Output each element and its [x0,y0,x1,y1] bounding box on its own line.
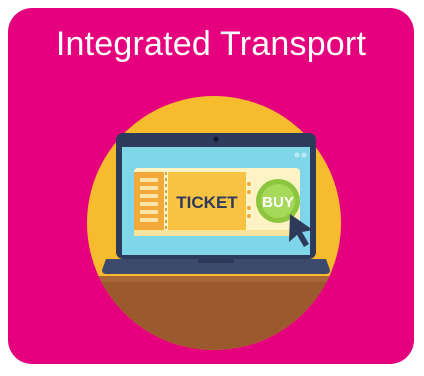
buy-label: BUY [262,194,294,211]
integrated-transport-tile[interactable]: Integrated Transport TICKET BUY [8,8,414,364]
laptop-ticket-illustration: TICKET BUY [87,96,341,350]
ticket-label: TICKET [176,193,238,212]
desk [87,276,341,350]
